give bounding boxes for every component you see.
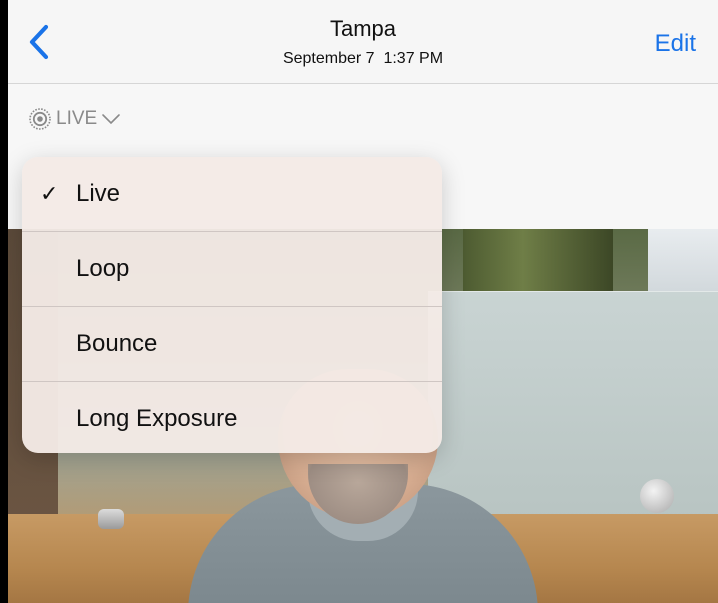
live-mode-label: LIVE — [56, 108, 98, 129]
live-photo-icon — [29, 108, 51, 130]
menu-item-long-exposure[interactable]: Long Exposure — [22, 382, 442, 453]
navigation-bar: Tampa September 7 1:37 PM Edit — [8, 0, 718, 84]
edit-button[interactable]: Edit — [655, 30, 696, 58]
live-mode-button[interactable]: LIVE — [28, 106, 121, 132]
menu-item-label: Long Exposure — [76, 405, 238, 432]
page-title: Tampa — [329, 16, 397, 41]
menu-item-loop[interactable]: Loop — [22, 232, 442, 307]
photo-date: September 7 1:37 PM — [282, 50, 444, 67]
menu-item-label: Loop — [76, 255, 130, 282]
live-effects-menu: ✓ Live Loop Bounce Long Exposure — [22, 157, 442, 453]
photo-viewer: Tampa September 7 1:37 PM Edit LIVE ✓ Li… — [8, 0, 718, 603]
chevron-down-icon — [102, 114, 121, 125]
menu-item-live[interactable]: ✓ Live — [22, 157, 442, 232]
menu-item-label: Live — [76, 180, 121, 207]
checkmark-icon: ✓ — [40, 181, 59, 206]
menu-item-label: Bounce — [76, 330, 158, 357]
menu-item-bounce[interactable]: Bounce — [22, 307, 442, 382]
